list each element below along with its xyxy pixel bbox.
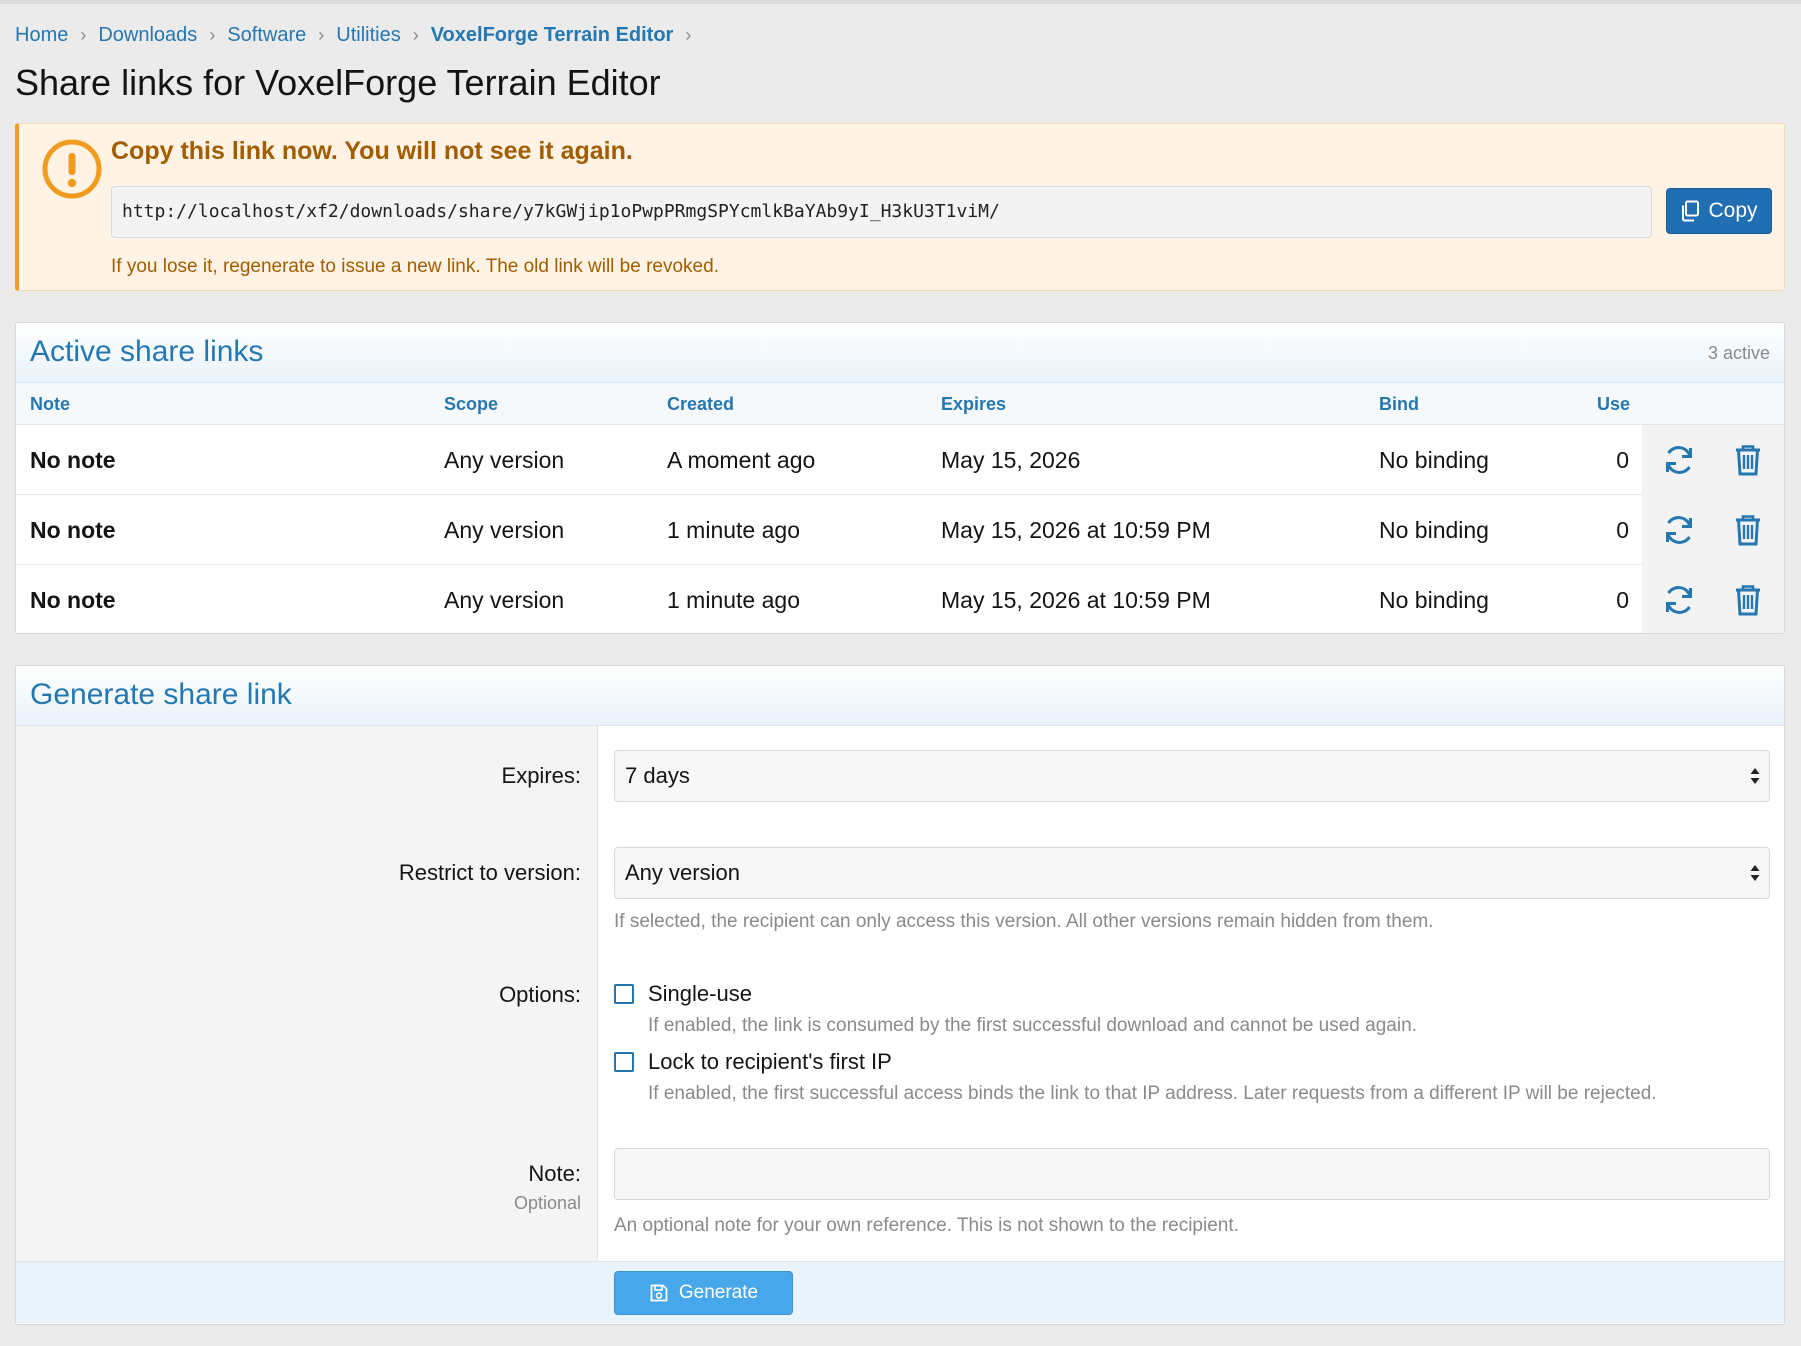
breadcrumb-home[interactable]: Home [15,24,68,47]
single-use-label[interactable]: Single-use [648,981,752,1007]
generate-button-label: Generate [678,1282,759,1303]
trash-icon[interactable] [1730,442,1766,478]
version-select[interactable]: Any version [614,847,1770,899]
version-select-value: Any version [625,860,740,885]
save-icon [650,1284,668,1302]
version-hint: If selected, the recipient can only acce… [614,911,1434,932]
cell-note: No note [30,447,116,473]
table-header: Note Scope Created Expires Bind Use [16,383,1784,425]
cell-expires: May 15, 2026 [941,447,1081,473]
trash-icon[interactable] [1730,582,1766,618]
breadcrumb-software[interactable]: Software [227,24,306,47]
col-bind: Bind [1379,394,1419,414]
single-use-hint: If enabled, the link is consumed by the … [648,1015,1417,1036]
cell-expires: May 15, 2026 at 10:59 PM [941,517,1211,543]
note-hint: An optional note for your own reference.… [614,1215,1239,1236]
breadcrumb: Home › Downloads › Software › Utilities … [15,22,703,48]
cell-use: 0 [1616,587,1629,613]
options-label: Options: [499,982,581,1007]
cell-scope: Any version [444,587,565,613]
lock-ip-hint: If enabled, the first successful access … [648,1083,1657,1104]
row-actions [1642,565,1784,633]
cell-expires: May 15, 2026 at 10:59 PM [941,587,1211,613]
generate-form: Expires: 7 days Restrict to version: Any… [16,726,1784,1261]
note-label: Note: [528,1161,581,1186]
col-use: Use [1597,394,1631,414]
single-use-option[interactable]: Single-use [614,981,752,1007]
cell-scope: Any version [444,447,565,473]
breadcrumb-current[interactable]: VoxelForge Terrain Editor [431,24,674,47]
cell-bind: No binding [1379,587,1489,613]
col-scope: Scope [444,394,499,414]
regenerate-icon[interactable] [1661,582,1697,618]
expires-select[interactable]: 7 days [614,750,1770,802]
select-arrows-icon [1750,768,1760,784]
cell-scope: Any version [444,517,565,543]
cell-bind: No binding [1379,517,1489,543]
lock-ip-option[interactable]: Lock to recipient's first IP [614,1049,892,1075]
copy-button-label: Copy [1708,199,1758,222]
generate-header: Generate share link [16,666,1784,726]
trash-icon[interactable] [1730,512,1766,548]
lock-ip-label[interactable]: Lock to recipient's first IP [648,1049,892,1075]
col-created: Created [667,394,735,414]
chevron-right-icon: › [685,24,692,45]
note-input[interactable] [614,1148,1770,1200]
generate-button[interactable]: Generate [614,1271,793,1315]
lock-ip-checkbox[interactable] [614,1052,634,1072]
cell-created: 1 minute ago [667,587,800,613]
note-optional-label: Optional [513,1193,581,1213]
top-border [0,0,1801,4]
cell-bind: No binding [1379,447,1489,473]
active-links-title: Active share links [30,335,264,368]
cell-note: No note [30,587,116,613]
form-footer: Generate [16,1261,1784,1323]
share-link-field[interactable]: http://localhost/xf2/downloads/share/y7k… [111,186,1652,238]
expires-select-value: 7 days [625,763,690,788]
select-arrows-icon [1750,865,1760,881]
col-note: Note [30,394,70,414]
breadcrumb-downloads[interactable]: Downloads [98,24,197,47]
table-row: No note Any version 1 minute ago May 15,… [16,495,1784,565]
single-use-checkbox[interactable] [614,984,634,1004]
copy-button[interactable]: Copy [1666,188,1772,234]
table-row: No note Any version A moment ago May 15,… [16,425,1784,495]
regenerate-icon[interactable] [1661,512,1697,548]
copy-icon [1682,200,1700,222]
col-expires: Expires [941,394,1007,414]
table-row: No note Any version 1 minute ago May 15,… [16,565,1784,633]
copy-link-alert: Copy this link now. You will not see it … [15,123,1785,291]
cell-use: 0 [1616,447,1629,473]
cell-created: 1 minute ago [667,517,800,543]
version-label: Restrict to version: [398,860,581,885]
row-actions [1642,495,1784,565]
active-links-panel: Active share links 3 active Note Scope C… [15,322,1785,634]
alert-note: If you lose it, regenerate to issue a ne… [111,256,719,277]
expires-label: Expires: [501,763,581,788]
row-actions [1642,425,1784,495]
exclamation-circle-icon [42,139,102,199]
chevron-right-icon: › [412,24,419,45]
cell-use: 0 [1616,517,1629,543]
breadcrumb-utilities[interactable]: Utilities [336,24,400,47]
chevron-right-icon: › [209,24,216,45]
chevron-right-icon: › [318,24,325,45]
generate-title: Generate share link [30,678,292,711]
generate-panel: Generate share link Expires: 7 days Rest… [15,665,1785,1325]
cell-note: No note [30,517,116,543]
page-title: Share links for VoxelForge Terrain Edito… [15,62,661,103]
active-links-header: Active share links 3 active [16,323,1784,383]
cell-created: A moment ago [667,447,816,473]
alert-title: Copy this link now. You will not see it … [111,137,633,165]
chevron-right-icon: › [80,24,87,45]
active-count: 3 active [1707,343,1770,363]
regenerate-icon[interactable] [1661,442,1697,478]
